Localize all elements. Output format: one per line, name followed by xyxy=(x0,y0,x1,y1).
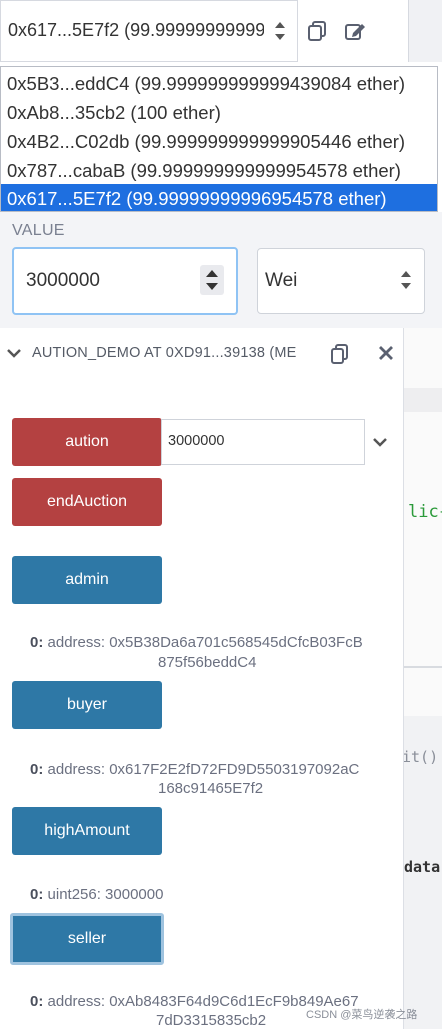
output-text: address: 0x617F2E2fD72FD9D5503197092aC xyxy=(47,761,360,778)
updown-arrows-icon[interactable] xyxy=(273,18,287,44)
admin-output-cont: 875f56beddC4 xyxy=(158,654,257,671)
aution-button[interactable]: aution xyxy=(12,418,162,466)
right-edge-panel xyxy=(408,0,442,62)
editor-code-line: lic{ xyxy=(408,502,442,522)
seller-button[interactable]: seller xyxy=(10,913,164,965)
output-index: 0: xyxy=(30,886,44,903)
editor-divider xyxy=(404,666,442,668)
chevron-down-icon[interactable] xyxy=(6,345,22,361)
watermark: CSDN @菜鸟逆袭之路 xyxy=(306,1009,418,1021)
value-stepper[interactable] xyxy=(200,265,224,295)
end-auction-button[interactable]: endAuction xyxy=(12,478,162,526)
copy-icon[interactable] xyxy=(330,343,350,365)
output-index: 0: xyxy=(30,761,44,778)
editor-code-line: data xyxy=(404,858,441,876)
contract-title: AUTION_DEMO AT 0XD91...39138 (ME xyxy=(32,345,297,361)
output-index: 0: xyxy=(30,993,44,1010)
high-amount-button[interactable]: highAmount xyxy=(12,807,162,855)
editor-code-line: it() { xyxy=(402,748,442,766)
high-amount-output: 0: uint256: 3000000 xyxy=(30,884,163,906)
editor-gutter-strip xyxy=(404,388,442,412)
buyer-output-cont: 168c91465E7f2 xyxy=(158,780,264,797)
chevron-down-icon[interactable] xyxy=(370,432,390,452)
value-label: VALUE xyxy=(12,222,65,239)
buyer-button[interactable]: buyer xyxy=(12,681,162,729)
editor-fragment: lic{ it() { data xyxy=(402,328,442,1029)
output-text: address: 0x5B38Da6a701c568545dCfcB03FcB xyxy=(47,634,363,651)
admin-output: 0: address: 0x5B38Da6a701c568545dCfcB03F… xyxy=(30,632,363,654)
value-input-text: 3000000 xyxy=(26,270,100,291)
unit-select-text: Wei xyxy=(265,270,298,291)
output-index: 0: xyxy=(30,634,44,651)
account-dropdown-list: 0x5B3...eddC4 (99.999999999999439084 eth… xyxy=(0,66,438,212)
copy-icon[interactable] xyxy=(306,20,328,42)
account-option[interactable]: 0x787...cabaB (99.999999999999954578 eth… xyxy=(1,156,437,185)
edit-icon[interactable] xyxy=(344,20,366,42)
account-option[interactable]: 0x5B3...eddC4 (99.999999999999439084 eth… xyxy=(1,69,437,98)
admin-button[interactable]: admin xyxy=(12,556,162,604)
account-selected-text: 0x617...5E7f2 (99.99999999999 xyxy=(8,20,264,40)
aution-input-text: 3000000 xyxy=(168,433,225,449)
account-option-selected[interactable]: 0x617...5E7f2 (99.99999999996954578 ethe… xyxy=(1,184,437,211)
account-option[interactable]: 0xAb8...35cb2 (100 ether) xyxy=(1,98,437,127)
updown-arrows-icon[interactable] xyxy=(398,266,414,294)
account-option[interactable]: 0x4B2...C02db (99.999999999999905446 eth… xyxy=(1,127,437,156)
output-text: uint256: 3000000 xyxy=(47,886,164,903)
close-icon[interactable] xyxy=(377,344,395,362)
